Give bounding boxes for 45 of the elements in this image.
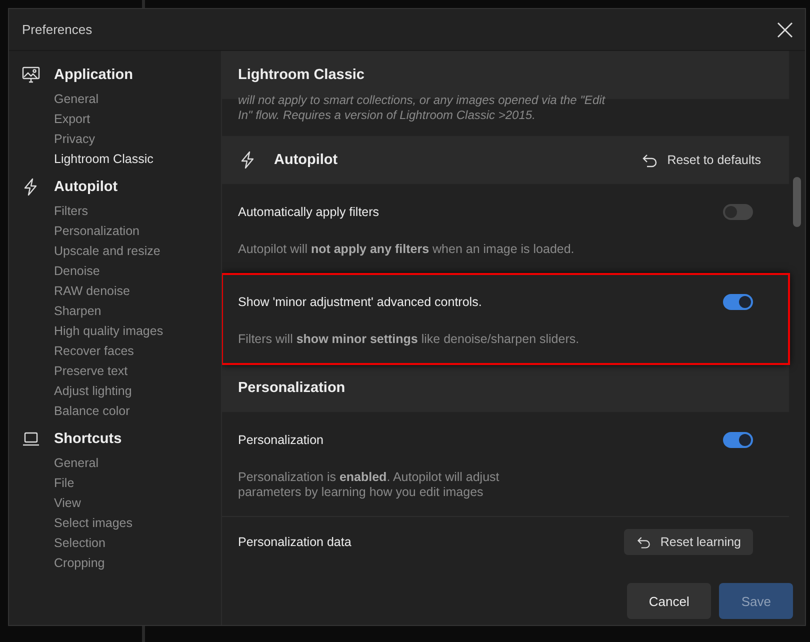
sidebar-item[interactable]: View — [54, 493, 221, 513]
sidebar-item[interactable]: Privacy — [54, 129, 221, 149]
setting-label: Show 'minor adjustment' advanced controls. — [238, 295, 482, 309]
sidebar-group-title: Application — [54, 67, 133, 83]
setting-description: Personalization is enabled. Autopilot will adjust parameters by learning how you edit images — [238, 470, 500, 500]
setting-label: Personalization data — [238, 535, 352, 549]
sidebar-item[interactable]: File — [54, 473, 221, 493]
sidebar-item[interactable]: Preserve text — [54, 361, 221, 381]
picture-monitor-icon — [21, 65, 41, 85]
reset-defaults-button[interactable]: Reset to defaults — [641, 151, 761, 169]
sidebar-item[interactable]: Adjust lighting — [54, 381, 221, 401]
section-title: Personalization — [238, 380, 346, 396]
scrollbar-thumb[interactable] — [793, 177, 801, 227]
section-note: will not apply to smart collections, or any images opened via the "Edit In" flow. Requires a version of Lightroom Classic >2015. — [237, 93, 606, 124]
sidebar-item[interactable]: Recover faces — [54, 341, 221, 361]
sidebar-item[interactable]: Selection — [54, 533, 221, 553]
sidebar-item[interactable]: Denoise — [54, 261, 221, 281]
sidebar-item[interactable]: Personalization — [54, 221, 221, 241]
section-title: Lightroom Classic — [238, 67, 364, 83]
sidebar-item[interactable]: Sharpen — [54, 301, 221, 321]
setting-description: Filters will show minor settings like denoise/sharpen sliders. — [238, 332, 580, 347]
close-icon[interactable] — [777, 22, 793, 38]
sidebar-item[interactable]: Balance color — [54, 401, 221, 421]
sidebar-item[interactable]: Select images — [54, 513, 221, 533]
sidebar-item[interactable]: Filters — [54, 201, 221, 221]
window-title: Preferences — [22, 22, 92, 37]
setting-label: Automatically apply filters — [238, 205, 380, 219]
sidebar-group-title: Autopilot — [54, 179, 118, 195]
sidebar-item[interactable]: High quality images — [54, 321, 221, 341]
sidebar-group-title: Shortcuts — [54, 431, 122, 447]
sidebar-item[interactable]: Export — [54, 109, 221, 129]
toggle-switch[interactable] — [723, 294, 753, 310]
sidebar-item[interactable]: General — [54, 453, 221, 473]
sidebar-item[interactable]: Lightroom Classic — [54, 149, 221, 169]
toggle-switch[interactable] — [723, 432, 753, 448]
setting-description: Autopilot will not apply any filters when an image is loaded. — [238, 242, 576, 257]
sidebar-item[interactable]: Cropping — [54, 553, 221, 573]
reset-learning-button[interactable]: Reset learning — [624, 529, 753, 555]
section-title: Autopilot — [274, 152, 338, 168]
sidebar-item[interactable]: Upscale and resize — [54, 241, 221, 261]
setting-label: Personalization — [238, 433, 324, 447]
sidebar-item[interactable]: RAW denoise — [54, 281, 221, 301]
toggle-switch[interactable] — [723, 204, 753, 220]
cancel-button[interactable]: Cancel — [626, 583, 712, 619]
sidebar-item[interactable]: General — [54, 89, 221, 109]
